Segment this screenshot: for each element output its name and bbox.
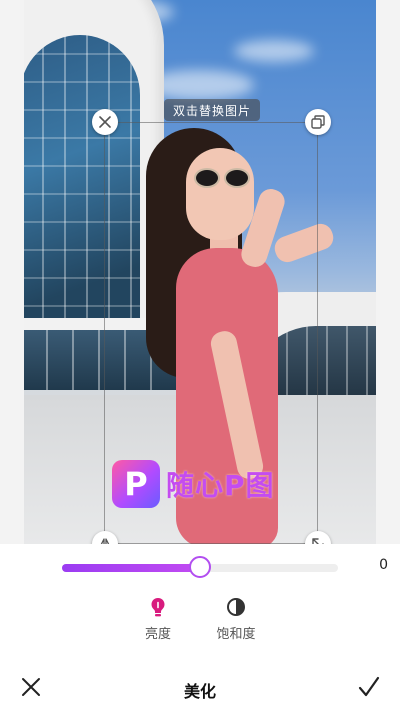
brightness-bulb-icon: [151, 598, 165, 617]
check-icon: [358, 676, 380, 697]
photo-canvas[interactable]: 双击替换图片 P 随心P图: [0, 0, 400, 544]
adjust-slider[interactable]: [62, 556, 338, 578]
page-title: 美化: [183, 682, 216, 701]
tool-saturation-label: 饱和度: [216, 627, 256, 642]
cloud: [234, 40, 314, 62]
saturation-icon: [227, 598, 245, 616]
watermark: P 随心P图: [112, 460, 275, 508]
watermark-text: 随心P图: [166, 469, 275, 502]
confirm-button[interactable]: [354, 672, 384, 702]
adjust-tools: 亮度 饱和度: [0, 596, 400, 646]
copy-icon: [311, 115, 325, 129]
bottom-action-bar: 美化: [0, 662, 400, 711]
tool-brightness[interactable]: 亮度: [118, 596, 198, 642]
resize-icon: [312, 538, 324, 544]
adjust-slider-row: 0: [0, 544, 400, 590]
slider-thumb[interactable]: [189, 556, 211, 578]
slider-fill: [62, 564, 200, 572]
watermark-logo: P: [112, 460, 160, 508]
double-tap-replace-hint[interactable]: 双击替换图片: [164, 99, 260, 121]
tool-saturation[interactable]: 饱和度: [196, 596, 276, 642]
copy-sticker-handle[interactable]: [305, 109, 331, 135]
tool-brightness-label: 亮度: [144, 627, 171, 642]
delete-sticker-handle[interactable]: [92, 109, 118, 135]
close-icon: [99, 116, 111, 128]
slider-value: 0: [379, 557, 388, 573]
